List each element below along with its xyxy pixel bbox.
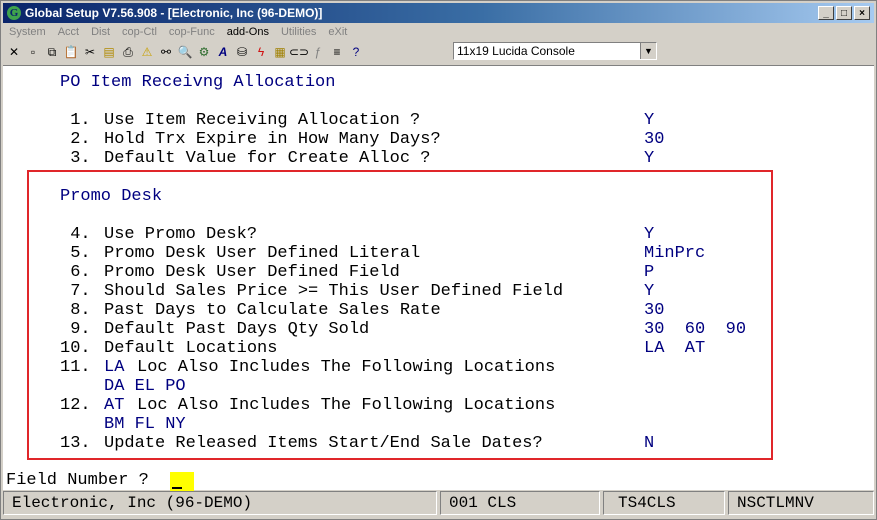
menu-acct[interactable]: Acct — [52, 24, 85, 40]
text-cursor — [172, 487, 182, 489]
field-13-number: 13. — [60, 434, 91, 453]
field-12-sub-locations[interactable]: BM FL NY — [104, 415, 186, 434]
field-3-number: 3. — [60, 149, 91, 168]
field-10-value[interactable]: LA AT — [644, 339, 705, 358]
toolbar: ✕ ▫ ⧉ 📋 ✂ ▤ ⎙ ⚠ ⚯ 🔍 ⚙ A ⛁ ϟ ▦ ⊂⊃ ƒ ≡ ? — [5, 41, 365, 63]
restore-button[interactable]: □ — [836, 6, 852, 20]
field-9-number: 9. — [60, 320, 91, 339]
menu-cop-func[interactable]: cop-Func — [163, 24, 221, 40]
status-company: Electronic, Inc (96-DEMO) — [3, 491, 437, 515]
menu-dist[interactable]: Dist — [85, 24, 116, 40]
menu-system[interactable]: System — [3, 24, 52, 40]
field-6-label: Promo Desk User Defined Field — [104, 263, 400, 282]
field-5-value[interactable]: MinPrc — [644, 244, 705, 263]
font-icon[interactable]: A — [214, 43, 232, 61]
field-9-label: Default Past Days Qty Sold — [104, 320, 370, 339]
field-7-value[interactable]: Y — [644, 282, 654, 301]
field-2-value[interactable]: 30 — [644, 130, 664, 149]
field-2-number: 2. — [60, 130, 91, 149]
field-4-label: Use Promo Desk? — [104, 225, 258, 244]
list-icon[interactable]: ≡ — [328, 43, 346, 61]
field-4-value[interactable]: Y — [644, 225, 654, 244]
field-13-label: Update Released Items Start/End Sale Dat… — [104, 434, 543, 453]
field-4-number: 4. — [60, 225, 91, 244]
field-8-number: 8. — [60, 301, 91, 320]
field-5-number: 5. — [60, 244, 91, 263]
section-heading-promo: Promo Desk — [60, 187, 163, 206]
status-bar: Electronic, Inc (96-DEMO) 001 CLS TS4CLS… — [3, 491, 874, 517]
stamp-icon[interactable]: ⛁ — [233, 43, 251, 61]
status-user: NSCTLMNV — [728, 491, 874, 515]
new-icon[interactable]: ▫ — [24, 43, 42, 61]
field-6-value[interactable]: P — [644, 263, 654, 282]
section-heading-po: PO Item Receivng Allocation — [60, 73, 336, 92]
cut-icon[interactable]: ✂ — [81, 43, 99, 61]
close-button[interactable]: × — [854, 6, 870, 20]
field-number-prompt: Field Number ? — [6, 471, 149, 490]
menu-cop-ctl[interactable]: cop-Ctl — [116, 24, 163, 40]
field-11-sub-locations[interactable]: DA EL PO — [104, 377, 186, 396]
field-9-value[interactable]: 30 60 90 — [644, 320, 746, 339]
menu-utilities[interactable]: Utilities — [275, 24, 322, 40]
app-logo-icon: G — [7, 6, 21, 20]
function-icon[interactable]: ƒ — [309, 43, 327, 61]
help-icon[interactable]: ? — [347, 43, 365, 61]
field-12-number: 12. — [60, 396, 91, 415]
field-12-label: Loc Also Includes The Following Location… — [137, 396, 556, 415]
field-2-label: Hold Trx Expire in How Many Days? — [104, 130, 441, 149]
field-3-value[interactable]: Y — [644, 149, 654, 168]
app-window: G Global Setup V7.56.908 - [Electronic, … — [0, 0, 877, 520]
field-5-label: Promo Desk User Defined Literal — [104, 244, 421, 263]
field-7-number: 7. — [60, 282, 91, 301]
title-bar: G Global Setup V7.56.908 - [Electronic, … — [3, 3, 874, 23]
terminal-screen: PO Item Receivng Allocation 1. Use Item … — [3, 65, 874, 468]
field-10-number: 10. — [60, 339, 91, 358]
lightning-icon[interactable]: ϟ — [252, 43, 270, 61]
warning-icon[interactable]: ⚠ — [138, 43, 156, 61]
field-13-value[interactable]: N — [644, 434, 654, 453]
paste-icon[interactable]: 📋 — [62, 43, 80, 61]
field-1-number: 1. — [60, 111, 91, 130]
settings-icon[interactable]: ⚙ — [195, 43, 213, 61]
field-7-label: Should Sales Price >= This User Defined … — [104, 282, 564, 301]
field-11-number: 11. — [60, 358, 91, 377]
field-number-input[interactable] — [170, 472, 194, 492]
calculator-icon[interactable]: ▦ — [271, 43, 289, 61]
prompt-bar: Field Number ? — [3, 468, 874, 490]
close-icon[interactable]: ✕ — [5, 43, 23, 61]
menu-add-ons[interactable]: add-Ons — [221, 24, 275, 40]
chevron-down-icon[interactable]: ▼ — [640, 43, 656, 59]
font-select[interactable]: 11x19 Lucida Console ▼ — [453, 42, 657, 60]
field-1-label: Use Item Receiving Allocation ? — [104, 111, 421, 130]
print-icon[interactable]: ⎙ — [119, 43, 137, 61]
status-terminal: TS4CLS — [603, 491, 725, 515]
font-select-value: 11x19 Lucida Console — [457, 44, 575, 58]
menu-exit[interactable]: eXit — [322, 24, 353, 40]
minimize-button[interactable]: _ — [818, 6, 834, 20]
field-11-label: Loc Also Includes The Following Location… — [137, 358, 556, 377]
binoculars-icon[interactable]: ⚯ — [157, 43, 175, 61]
field-12-location[interactable]: AT — [104, 396, 124, 415]
search-icon[interactable]: 🔍 — [176, 43, 194, 61]
field-3-label: Default Value for Create Alloc ? — [104, 149, 431, 168]
link-icon[interactable]: ⊂⊃ — [289, 43, 309, 61]
notes-icon[interactable]: ▤ — [100, 43, 118, 61]
field-8-label: Past Days to Calculate Sales Rate — [104, 301, 441, 320]
copy-icon[interactable]: ⧉ — [43, 43, 61, 61]
menu-bar: System Acct Dist cop-Ctl cop-Func add-On… — [3, 24, 353, 40]
field-11-location[interactable]: LA — [104, 358, 124, 377]
status-code: 001 CLS — [440, 491, 600, 515]
field-10-label: Default Locations — [104, 339, 278, 358]
window-title: Global Setup V7.56.908 - [Electronic, In… — [25, 6, 323, 20]
field-6-number: 6. — [60, 263, 91, 282]
field-8-value[interactable]: 30 — [644, 301, 664, 320]
field-1-value[interactable]: Y — [644, 111, 654, 130]
